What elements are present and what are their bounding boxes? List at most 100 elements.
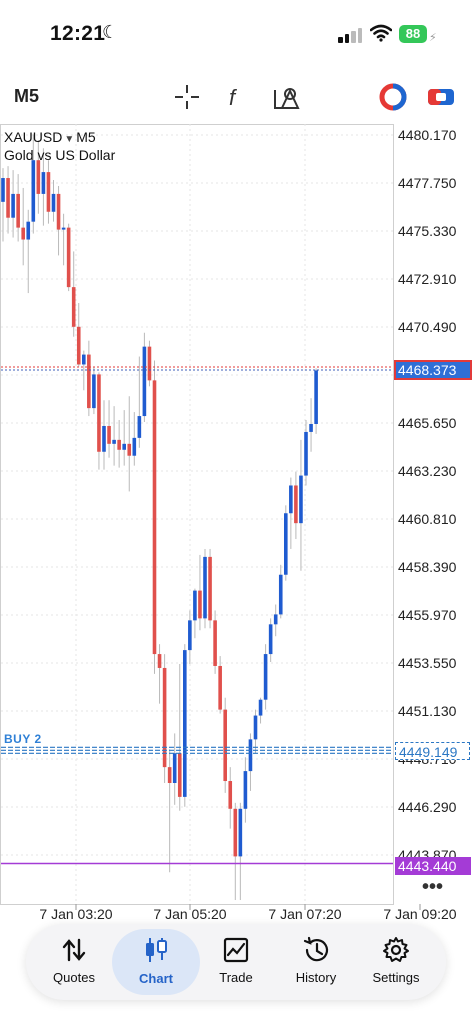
- bull-candle: [183, 650, 187, 797]
- bull-candle: [248, 739, 253, 772]
- x-axis-tick-label: 7 Jan 05:20: [153, 906, 226, 922]
- bear-candle: [21, 227, 25, 240]
- quotes-arrows-icon: [62, 938, 86, 962]
- bull-candle: [112, 439, 116, 444]
- bull-candle: [61, 227, 66, 230]
- nav-history[interactable]: History: [274, 924, 358, 1000]
- indicators-function-icon[interactable]: f: [222, 82, 252, 112]
- bull-candle: [102, 425, 106, 452]
- price-chart[interactable]: 4480.170 4477.750 4475.330 4472.910 4470.490…: [0, 124, 472, 934]
- level-line-price-tag[interactable]: 4443.440: [395, 857, 471, 875]
- y-axis-tick-label: 4472.910: [398, 271, 457, 287]
- bear-candle: [71, 287, 76, 327]
- y-axis-tick-label: 4453.550: [398, 655, 457, 671]
- bull-candle: [284, 513, 288, 575]
- bear-candle: [152, 380, 157, 655]
- one-click-trading-icon[interactable]: [378, 82, 408, 112]
- bull-candle: [243, 771, 248, 809]
- bear-candle: [157, 654, 162, 668]
- nav-chart[interactable]: Chart: [112, 929, 200, 995]
- candlestick-chart[interactable]: 4480.170 4477.750 4475.330 4472.910 4470.490…: [0, 124, 472, 934]
- nav-chart-label: Chart: [139, 971, 173, 986]
- bull-candle: [263, 654, 268, 700]
- bear-candle: [218, 665, 222, 710]
- settings-gear-icon: [383, 937, 409, 962]
- charging-bolt-icon: ⚡: [429, 32, 437, 44]
- bear-candle: [117, 439, 121, 450]
- bull-candle: [142, 346, 147, 417]
- x-axis-tick-label: 7 Jan 03:20: [39, 906, 112, 922]
- y-axis-tick-label: 4465.650: [398, 415, 457, 431]
- nav-quotes-label: Quotes: [53, 970, 95, 985]
- bear-candle: [177, 753, 182, 797]
- bull-candle: [132, 437, 137, 456]
- bear-candle: [233, 808, 238, 857]
- bull-candle: [258, 699, 263, 716]
- bear-candle: [66, 227, 71, 288]
- bear-candle: [107, 425, 111, 444]
- bear-candle: [56, 193, 61, 230]
- bull-candle: [31, 160, 36, 222]
- bull-candle: [137, 416, 142, 438]
- y-axis-tick-label: 4451.130: [398, 703, 457, 719]
- bear-candle: [223, 709, 227, 782]
- buy-order-label[interactable]: BUY 2: [4, 732, 42, 746]
- nav-trade-label: Trade: [219, 970, 253, 985]
- x-axis-tick-label: 7 Jan 07:20: [268, 906, 341, 922]
- bull-candle: [26, 221, 31, 240]
- battery-indicator: 88: [399, 25, 427, 43]
- y-axis-tick-label: 4470.490: [398, 319, 457, 335]
- nav-settings-label: Settings: [372, 970, 420, 985]
- bear-candle: [228, 781, 233, 809]
- bull-candle: [238, 808, 243, 857]
- focus-moon-icon: ☾: [102, 22, 119, 42]
- objects-shapes-icon[interactable]: [272, 82, 302, 112]
- nav-history-label: History: [295, 970, 337, 985]
- nav-quotes[interactable]: Quotes: [32, 924, 116, 1000]
- bull-candle: [273, 614, 278, 625]
- bull-candle: [92, 374, 96, 409]
- more-options-icon[interactable]: •••: [422, 876, 443, 899]
- symbol-timeframe: M5: [76, 129, 96, 145]
- bull-candle: [51, 193, 56, 212]
- timeframe-button[interactable]: M5: [14, 86, 39, 107]
- svg-text:f: f: [229, 85, 238, 110]
- buy-order-price-tag[interactable]: 4449.149: [395, 742, 470, 760]
- trade-panel-icon[interactable]: [426, 82, 456, 112]
- nav-settings[interactable]: Settings: [354, 924, 438, 1000]
- bull-candle: [289, 485, 293, 514]
- nav-trade[interactable]: Trade: [194, 924, 278, 1000]
- bull-candle: [309, 423, 313, 432]
- bear-candle: [208, 556, 212, 621]
- chart-symbol-header[interactable]: XAUUSD ▼ M5: [4, 129, 96, 145]
- bull-candle: [1, 178, 5, 202]
- status-time: 12:21: [50, 22, 106, 45]
- bull-candle: [122, 443, 126, 450]
- bear-candle: [76, 326, 81, 365]
- y-axis-tick-label: 4460.810: [398, 511, 457, 527]
- bear-candle: [16, 193, 20, 228]
- bear-candle: [198, 590, 202, 619]
- bull-candle: [193, 590, 197, 621]
- y-axis-tick-label: 4455.970: [398, 607, 457, 623]
- bear-candle: [147, 346, 152, 381]
- battery-level: 88: [405, 26, 421, 41]
- y-axis-tick-label: 4475.330: [398, 223, 457, 239]
- bear-candle: [167, 767, 172, 783]
- bull-candle: [82, 354, 86, 365]
- crosshair-icon[interactable]: [172, 82, 202, 112]
- bull-candle: [203, 556, 207, 619]
- bull-candle: [41, 172, 46, 194]
- y-axis-tick-label: 4458.390: [398, 559, 457, 575]
- bear-candle: [36, 160, 41, 194]
- status-bar: 12:21 ☾ 88 ⚡: [0, 0, 472, 70]
- bear-candle: [294, 485, 298, 524]
- wifi-icon: [370, 24, 392, 42]
- symbol-name: XAUUSD: [4, 129, 63, 145]
- current-price-tag: 4468.373: [394, 360, 472, 380]
- bull-candle: [172, 753, 177, 783]
- x-axis-tick-label: 7 Jan 09:20: [383, 906, 456, 922]
- chart-frame: [0, 124, 394, 905]
- bear-candle: [213, 620, 217, 666]
- bull-candle: [299, 475, 303, 524]
